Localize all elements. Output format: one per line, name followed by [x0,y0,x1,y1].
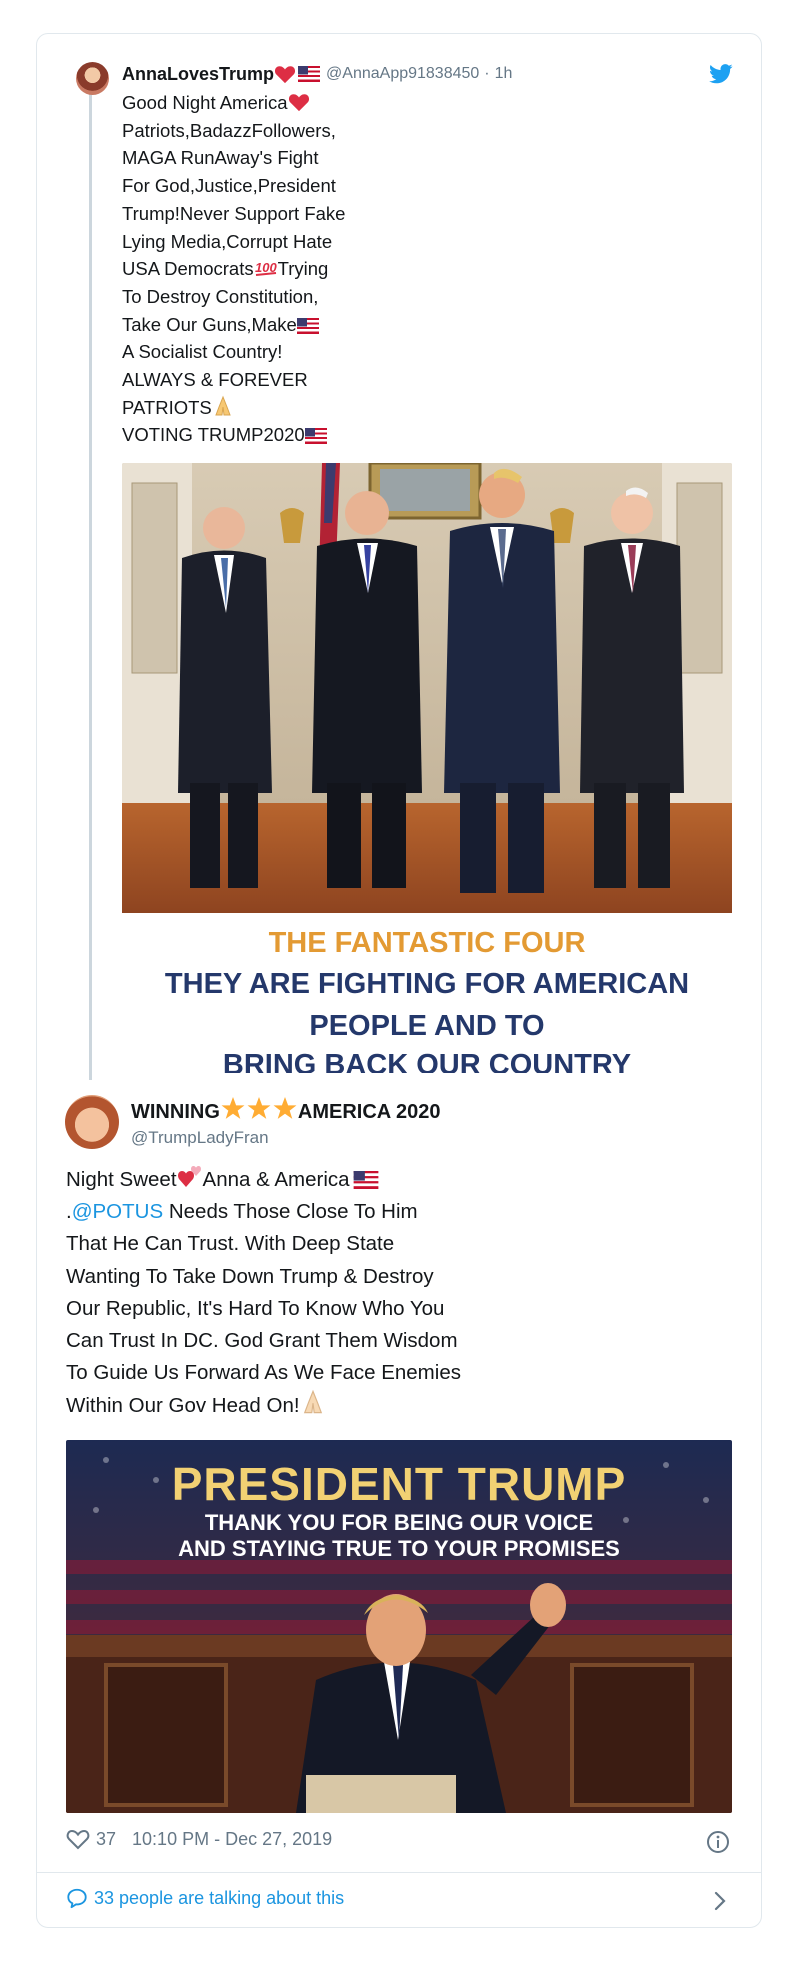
image-caption-line-4: BRING BACK OUR COUNTRY [222,1049,632,1073]
tweet1-handle[interactable]: @AnnaApp91838450 [326,65,479,83]
tweet1-line: Good Night America [122,89,422,117]
heart-icon[interactable] [66,1828,90,1850]
tweet1-line: USA Democrats 100 Trying [122,258,329,280]
us-flag-emoji [298,66,321,82]
tweet1-line: ALWAYS & FOREVER [122,369,308,391]
thread-connector-line [89,80,92,1080]
banner-subtitle-line-1: THANK YOU FOR BEING OUR VOICE [204,1510,594,1535]
two-hearts-emoji [177,1166,201,1187]
image-caption-line-2: THEY ARE FIGHTING FOR AMERICAN [164,968,690,1000]
tweet2-line: Within Our Gov Head On! [66,1389,666,1422]
tweet1-display-name[interactable]: AnnaLovesTrump [122,64,274,85]
tweet2-line: Night Sweet Anna & America [66,1164,666,1196]
banner-subtitle-line-2: AND STAYING TRUE TO YOUR PROMISES [178,1536,620,1561]
tweet1-line: VOTING TRUMP2020 [122,421,422,449]
tweet2-line: Wanting To Take Down Trump & Destroy [66,1264,434,1288]
tweet-timestamp[interactable]: 10:10 PM - Dec 27, 2019 [132,1829,332,1850]
tweet1-separator: · [484,65,490,82]
info-icon[interactable] [706,1830,730,1854]
tweet2-line: Can Trust In DC. God Grant Them Wisdom [66,1329,458,1353]
tweet1-line: Lying Media,Corrupt Hate [122,230,333,252]
us-flag-emoji [353,1171,378,1189]
talking-count-text[interactable]: 33 people are talking about this [94,1888,344,1909]
tweet2-text: Night Sweet Anna & America .@POTUS Needs … [66,1164,666,1423]
tweet2-line: .@POTUS Needs Those Close To Him [66,1200,418,1224]
tweet2-image[interactable]: PRESIDENT TRUMP THANK YOU FOR BEING OUR … [66,1440,732,1813]
tweet1-line: For God,Justice,President [122,175,336,197]
tweet1-line: Trump!Never Support Fake [122,202,346,224]
tweet1-time[interactable]: 1h [495,65,513,83]
pray-emoji [215,395,231,416]
star-emoji [221,1097,245,1119]
twitter-bird-icon[interactable] [709,64,733,84]
conversation-link[interactable]: 33 people are talking about this [66,1887,344,1909]
hundred-emoji: 100 [255,260,277,277]
tweet1-line: MAGA RunAway's Fight [122,147,319,169]
tweet1-image[interactable]: THE FANTASTIC FOUR THEY ARE FIGHTING FOR… [122,463,732,1073]
potus-mention-link[interactable]: @POTUS [72,1200,163,1223]
tweet1-line: Patriots,BadazzFollowers, [122,119,336,141]
tweet2-line: To Guide Us Forward As We Face Enemies [66,1361,461,1385]
image-caption-line-1: THE FANTASTIC FOUR [268,927,586,959]
tweet1-text: Good Night America Patriots,BadazzFollow… [122,89,422,449]
tweet1-line: Take Our Guns,Make [122,311,422,339]
footer-divider [37,1872,761,1873]
tweet2-header: WINNING AMERICA 2020 @TrumpLadyFran [131,1096,441,1148]
like-count[interactable]: 37 [96,1829,116,1850]
tweet1-line: A Socialist Country! [122,341,283,363]
image-caption-line-3: PEOPLE AND TO [309,1010,545,1042]
tweet1-line: PATRIOTS [122,394,422,422]
tweet-meta-row: 37 10:10 PM - Dec 27, 2019 [66,1828,332,1850]
speech-bubble-icon [67,1888,87,1909]
us-flag-emoji [304,428,327,445]
tweet2-handle[interactable]: @TrumpLadyFran [131,1128,441,1148]
star-emoji [273,1097,297,1119]
tweet1-header: AnnaLovesTrump @AnnaApp91838450 · 1h [122,62,512,86]
tweet2-display-name[interactable]: WINNING AMERICA 2020 [131,1096,441,1124]
heart-emoji [288,94,309,112]
banner-title: PRESIDENT TRUMP [171,1458,627,1510]
us-flag-emoji [296,317,319,334]
pray-emoji [303,1390,322,1414]
star-emoji [247,1097,271,1119]
chevron-right-icon[interactable] [713,1890,727,1912]
tweet2-line: Our Republic, It's Hard To Know Who You [66,1296,445,1320]
tweet2-line: That He Can Trust. With Deep State [66,1232,395,1256]
heart-emoji [274,66,296,84]
avatar[interactable] [65,1095,119,1149]
avatar[interactable] [76,62,109,95]
tweet1-line: To Destroy Constitution, [122,285,319,307]
